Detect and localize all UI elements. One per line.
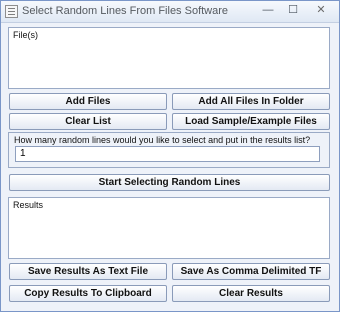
add-all-files-in-folder-button[interactable]: Add All Files In Folder — [172, 93, 330, 110]
clear-list-button[interactable]: Clear List — [9, 113, 167, 130]
load-sample-files-button[interactable]: Load Sample/Example Files — [172, 113, 330, 130]
line-count-input[interactable]: 1 — [15, 146, 320, 162]
results-panel: Results — [8, 197, 330, 259]
copy-to-clipboard-button[interactable]: Copy Results To Clipboard — [9, 285, 167, 302]
files-panel-label: File(s) — [13, 30, 38, 40]
results-panel-label: Results — [13, 200, 44, 210]
add-files-button[interactable]: Add Files — [9, 93, 167, 110]
clear-results-button[interactable]: Clear Results — [172, 285, 330, 302]
title-bar[interactable]: Select Random Lines From Files Software … — [1, 1, 339, 23]
window-title: Select Random Lines From Files Software — [22, 5, 229, 17]
maximize-icon[interactable]: ☐ — [282, 3, 304, 18]
close-icon[interactable]: ✕ — [307, 3, 335, 18]
app-window: Select Random Lines From Files Software … — [0, 0, 340, 312]
app-icon — [5, 5, 18, 18]
save-results-text-button[interactable]: Save Results As Text File — [9, 263, 167, 280]
minimize-icon[interactable]: — — [257, 3, 279, 18]
start-selecting-button[interactable]: Start Selecting Random Lines — [9, 174, 330, 191]
results-list[interactable] — [11, 211, 327, 256]
files-panel: File(s) — [8, 27, 330, 89]
files-list[interactable] — [11, 41, 327, 86]
line-count-question: How many random lines would you like to … — [14, 135, 311, 145]
save-comma-delimited-button[interactable]: Save As Comma Delimited TF — [172, 263, 330, 280]
